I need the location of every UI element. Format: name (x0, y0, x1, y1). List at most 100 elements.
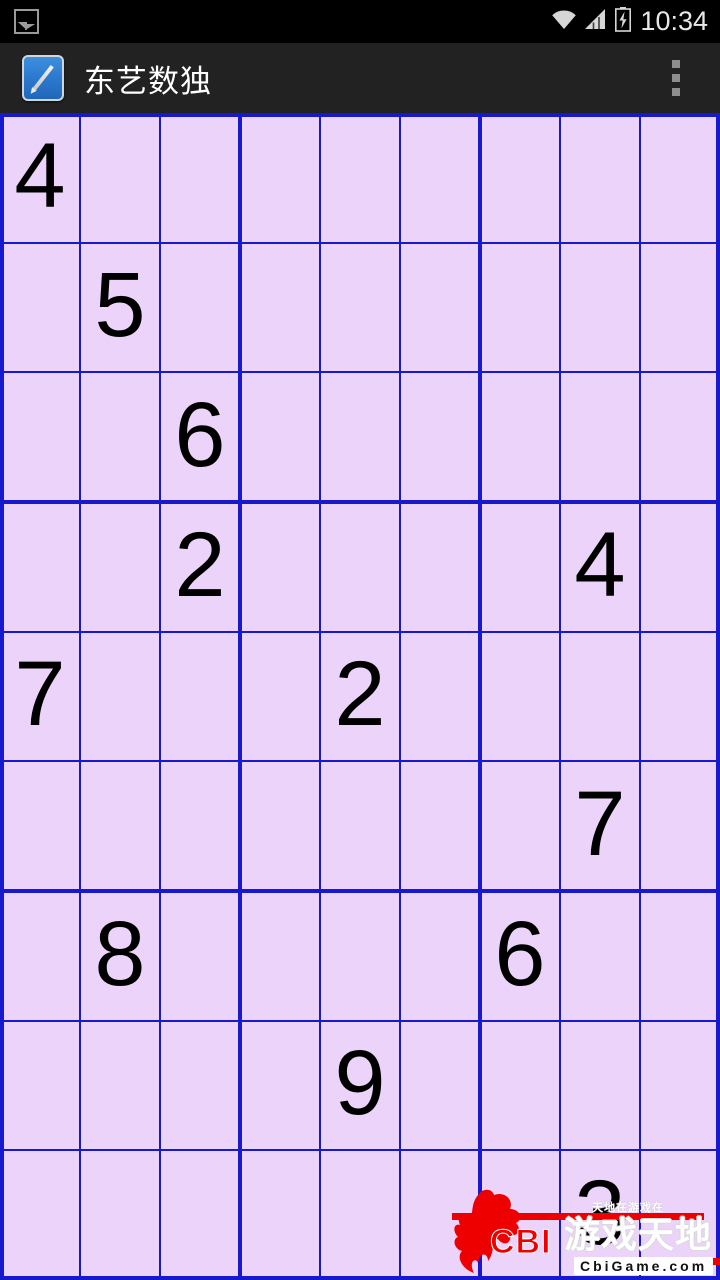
sudoku-digit: 7 (574, 773, 626, 876)
sudoku-cell-r9-c2[interactable] (80, 1150, 160, 1280)
sudoku-digit: 4 (574, 513, 626, 616)
sudoku-cell-r3-c6[interactable] (400, 372, 480, 502)
sudoku-cell-r6-c2[interactable] (80, 761, 160, 891)
sudoku-cell-r5-c6[interactable] (400, 631, 480, 762)
sudoku-cell-r4-c8[interactable]: 4 (560, 502, 640, 632)
sudoku-cell-r7-c5[interactable] (320, 891, 400, 1021)
sudoku-cell-r2-c5[interactable] (320, 242, 400, 373)
sudoku-cell-r6-c3[interactable] (160, 761, 240, 891)
sudoku-cell-r1-c3[interactable] (160, 113, 240, 243)
grid-line-vertical (238, 113, 242, 1280)
sudoku-cell-r6-c5[interactable] (320, 761, 400, 891)
sudoku-cell-r9-c1[interactable] (0, 1150, 80, 1280)
sudoku-cell-r3-c8[interactable] (560, 372, 640, 502)
sudoku-cell-r9-c6[interactable] (400, 1150, 480, 1280)
sudoku-cell-r2-c3[interactable] (160, 242, 240, 373)
sudoku-cell-r3-c1[interactable] (0, 372, 80, 502)
sudoku-cell-r4-c5[interactable] (320, 502, 400, 632)
sudoku-cell-r3-c9[interactable] (640, 372, 720, 502)
sudoku-cell-r7-c4[interactable] (240, 891, 320, 1021)
sudoku-cell-r7-c7[interactable]: 6 (480, 891, 560, 1021)
sudoku-cell-r6-c6[interactable] (400, 761, 480, 891)
sudoku-cell-r4-c1[interactable] (0, 502, 80, 632)
sudoku-cell-r5-c2[interactable] (80, 631, 160, 762)
sudoku-cell-r3-c2[interactable] (80, 372, 160, 502)
sudoku-cell-r1-c9[interactable] (640, 113, 720, 243)
sudoku-cell-r7-c2[interactable]: 8 (80, 891, 160, 1021)
overflow-menu-icon[interactable] (659, 51, 693, 105)
sudoku-cell-r8-c3[interactable] (160, 1020, 240, 1151)
app-title: 东艺数独 (84, 63, 212, 99)
sudoku-cell-r5-c5[interactable]: 2 (320, 631, 400, 762)
sudoku-cell-r9-c9[interactable] (640, 1150, 720, 1280)
sudoku-cell-r6-c1[interactable] (0, 761, 80, 891)
sudoku-cell-r3-c4[interactable] (240, 372, 320, 502)
sudoku-cell-r1-c7[interactable] (480, 113, 560, 243)
sudoku-cell-r9-c8[interactable]: 3 (560, 1150, 640, 1280)
sudoku-cell-r3-c7[interactable] (480, 372, 560, 502)
sudoku-cell-r5-c4[interactable] (240, 631, 320, 762)
sudoku-cell-r1-c5[interactable] (320, 113, 400, 243)
sudoku-cell-r5-c9[interactable] (640, 631, 720, 762)
sudoku-cell-r4-c4[interactable] (240, 502, 320, 632)
sudoku-cell-r8-c2[interactable] (80, 1020, 160, 1151)
grid-line-vertical (159, 113, 161, 1280)
sudoku-cell-r5-c1[interactable]: 7 (0, 631, 80, 762)
sudoku-cell-r5-c3[interactable] (160, 631, 240, 762)
sudoku-digit: 8 (94, 902, 146, 1005)
sudoku-cell-r1-c4[interactable] (240, 113, 320, 243)
sudoku-cell-r8-c8[interactable] (560, 1020, 640, 1151)
sudoku-cell-r3-c3[interactable]: 6 (160, 372, 240, 502)
sudoku-cell-r1-c6[interactable] (400, 113, 480, 243)
sudoku-cell-r7-c9[interactable] (640, 891, 720, 1021)
overflow-dot (672, 74, 680, 82)
sudoku-cell-r3-c5[interactable] (320, 372, 400, 502)
sudoku-cell-r9-c4[interactable] (240, 1150, 320, 1280)
sudoku-cell-r8-c6[interactable] (400, 1020, 480, 1151)
sudoku-cell-r8-c4[interactable] (240, 1020, 320, 1151)
sudoku-cell-r8-c9[interactable] (640, 1020, 720, 1151)
sudoku-cell-r1-c1[interactable]: 4 (0, 113, 80, 243)
sudoku-cell-r7-c1[interactable] (0, 891, 80, 1021)
sudoku-cell-r2-c8[interactable] (560, 242, 640, 373)
sudoku-cell-r9-c5[interactable] (320, 1150, 400, 1280)
sudoku-board[interactable]: 456247278693 (0, 113, 720, 1280)
sudoku-cell-r1-c8[interactable] (560, 113, 640, 243)
sudoku-cell-r4-c2[interactable] (80, 502, 160, 632)
sudoku-cell-r4-c3[interactable]: 2 (160, 502, 240, 632)
sudoku-cell-r8-c5[interactable]: 9 (320, 1020, 400, 1151)
sudoku-cell-r8-c1[interactable] (0, 1020, 80, 1151)
sudoku-cell-r5-c7[interactable] (480, 631, 560, 762)
sudoku-cell-r2-c7[interactable] (480, 242, 560, 373)
sudoku-cell-r6-c7[interactable] (480, 761, 560, 891)
sudoku-cell-r6-c4[interactable] (240, 761, 320, 891)
sudoku-cell-r5-c8[interactable] (560, 631, 640, 762)
sudoku-cell-r7-c8[interactable] (560, 891, 640, 1021)
sudoku-cell-r2-c9[interactable] (640, 242, 720, 373)
sudoku-cell-r2-c6[interactable] (400, 242, 480, 373)
sudoku-cell-r9-c7[interactable] (480, 1150, 560, 1280)
sudoku-cell-r9-c3[interactable] (160, 1150, 240, 1280)
sudoku-cell-r2-c2[interactable]: 5 (80, 242, 160, 373)
grid-line-horizontal (0, 113, 720, 117)
sudoku-digit: 7 (14, 643, 66, 746)
sudoku-cell-r2-c4[interactable] (240, 242, 320, 373)
pencil-glyph (32, 64, 54, 92)
signal-bars-icon (584, 8, 608, 35)
sudoku-cell-r6-c8[interactable]: 7 (560, 761, 640, 891)
sudoku-cell-r1-c2[interactable] (80, 113, 160, 243)
phone-screen: 10:34 东艺数独 456247278693 天地在游戏在 CBI 游戏天地 … (0, 0, 720, 1280)
grid-line-horizontal (0, 760, 720, 763)
sudoku-cell-r7-c6[interactable] (400, 891, 480, 1021)
sudoku-cell-r4-c7[interactable] (480, 502, 560, 632)
grid-line-vertical (79, 113, 81, 1280)
sudoku-cell-r7-c3[interactable] (160, 891, 240, 1021)
sudoku-cell-r4-c9[interactable] (640, 502, 720, 632)
sudoku-cell-r8-c7[interactable] (480, 1020, 560, 1151)
sudoku-cell-r6-c9[interactable] (640, 761, 720, 891)
pencil-note-app-icon[interactable] (22, 55, 64, 101)
sudoku-cell-r4-c6[interactable] (400, 502, 480, 632)
sudoku-cell-r2-c1[interactable] (0, 242, 80, 373)
status-bar-notifications (14, 9, 39, 34)
status-bar: 10:34 (0, 0, 720, 43)
